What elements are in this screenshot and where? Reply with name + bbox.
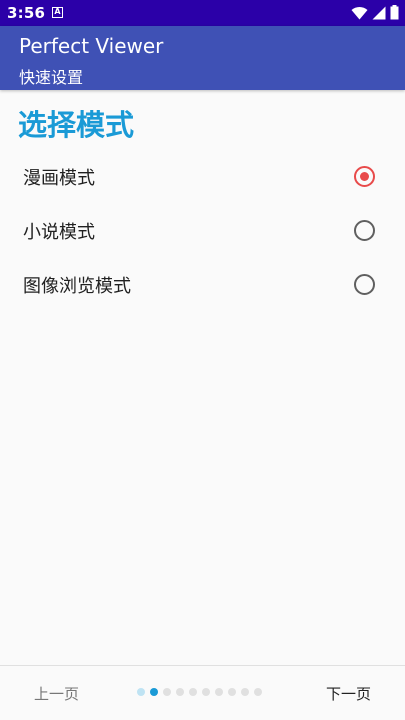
radio-button[interactable] [354,220,375,241]
option-label: 图像浏览模式 [23,276,131,297]
radio-button-checked[interactable] [354,166,375,187]
app-subtitle: 快速设置 [19,68,84,87]
app-title: Perfect Viewer [19,34,164,58]
status-time: 3:56 [7,4,46,22]
status-bar: 3:56 A [0,0,405,26]
page-dot [215,688,223,696]
signal-icon [372,6,386,19]
page-dot [202,688,210,696]
option-image-browse-mode[interactable]: 图像浏览模式 [0,258,405,312]
option-comic-mode[interactable]: 漫画模式 [0,150,405,204]
battery-icon [390,5,399,20]
option-novel-mode[interactable]: 小说模式 [0,204,405,258]
page-dot [228,688,236,696]
page-dot [189,688,197,696]
wifi-icon [351,6,368,20]
section-title: 选择模式 [18,108,135,142]
prev-page-button[interactable]: 上一页 [34,683,79,704]
page-dot [176,688,184,696]
next-page-button[interactable]: 下一页 [326,683,371,704]
status-icons [351,5,399,20]
app-bar: Perfect Viewer 快速设置 [0,26,405,90]
option-label: 漫画模式 [23,168,95,189]
page-dot [163,688,171,696]
page-dot [254,688,262,696]
page-dot [241,688,249,696]
radio-button[interactable] [354,274,375,295]
page-indicator [137,688,262,696]
a-box-icon: A [52,7,63,18]
bottom-nav-bar: 上一页 下一页 [0,666,405,720]
option-label: 小说模式 [23,222,95,243]
page-dot [137,688,145,696]
page-dot [150,688,158,696]
